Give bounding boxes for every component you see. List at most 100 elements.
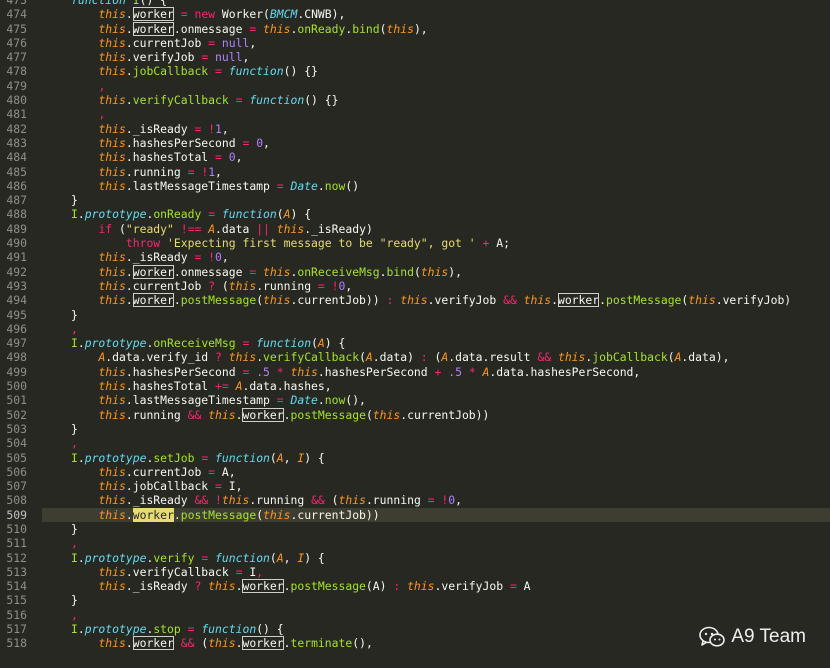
code-line[interactable]: 479 , bbox=[0, 79, 830, 93]
code-line[interactable]: 485 this.running = !1, bbox=[0, 165, 830, 179]
code-token: (A) bbox=[365, 579, 394, 594]
code-token: . bbox=[77, 336, 85, 351]
code-token: : bbox=[420, 350, 428, 365]
code-line[interactable]: 508 this._isReady && !this.running && (t… bbox=[0, 493, 830, 507]
code-token: this bbox=[263, 293, 291, 308]
code-token: * bbox=[468, 364, 476, 379]
code-line[interactable]: 488 I.prototype.onReady = function(A) { bbox=[0, 207, 830, 221]
code-line[interactable]: 496, bbox=[0, 322, 830, 336]
code-line[interactable]: 515} bbox=[0, 593, 830, 607]
code-token: I, bbox=[221, 479, 243, 494]
code-text: , bbox=[71, 436, 78, 450]
code-token: !== bbox=[180, 221, 202, 236]
code-token: I bbox=[132, 0, 140, 7]
code-line[interactable]: 516, bbox=[0, 608, 830, 622]
line-number: 492 bbox=[6, 264, 27, 279]
code-text: I.prototype.onReady = function(A) { bbox=[71, 207, 311, 221]
code-text: this.verifyJob = null, bbox=[71, 50, 249, 64]
code-line[interactable]: 503} bbox=[0, 422, 830, 436]
code-line[interactable]: 511, bbox=[0, 536, 830, 550]
code-token: A bbox=[365, 350, 373, 365]
code-line[interactable]: 494 this.worker.postMessage(this.current… bbox=[0, 293, 830, 308]
code-token: ( bbox=[379, 21, 387, 36]
code-line[interactable]: 486 this.lastMessageTimestamp = Date.now… bbox=[0, 179, 830, 193]
code-token: this bbox=[98, 564, 126, 579]
line-number: 507 bbox=[6, 479, 27, 494]
matched-token: worker bbox=[132, 21, 174, 36]
code-line[interactable]: 507 this.jobCallback = I, bbox=[0, 479, 830, 493]
code-token: .running bbox=[249, 493, 312, 508]
code-line[interactable]: 497 I.prototype.onReceiveMsg = function(A… bbox=[0, 336, 830, 350]
code-line[interactable]: 495} bbox=[0, 308, 830, 322]
code-line[interactable]: 512 I.prototype.verify = function(A, I) { bbox=[0, 551, 830, 565]
code-text: this._isReady && !this.running && (this.… bbox=[71, 493, 462, 507]
code-token: } bbox=[71, 593, 78, 608]
line-number: 501 bbox=[6, 393, 27, 408]
code-token: this bbox=[98, 64, 126, 79]
code-token: 1 bbox=[215, 121, 222, 136]
line-number: 476 bbox=[6, 35, 27, 50]
code-line[interactable]: 484 this.hashesTotal = 0, bbox=[0, 150, 830, 164]
code-token: ! bbox=[215, 493, 222, 508]
code-line[interactable]: 475 this.worker.onmessage = this.onReady… bbox=[0, 21, 830, 36]
code-text: this.hashesPerSecond = 0, bbox=[71, 136, 269, 150]
code-token: onReady bbox=[297, 21, 346, 36]
code-token: null bbox=[221, 35, 250, 50]
code-token: this bbox=[98, 636, 126, 651]
code-line[interactable]: 492 this.worker.onmessage = this.onRecei… bbox=[0, 264, 830, 279]
code-token: = bbox=[427, 493, 435, 508]
code-line[interactable]: 482 this._isReady = !1, bbox=[0, 122, 830, 136]
code-line[interactable]: 498 A.data.verify_id ? this.verifyCallba… bbox=[0, 350, 830, 364]
code-token: .currentJob bbox=[125, 278, 209, 293]
code-line[interactable]: 493 this.currentJob ? (this.running = !0… bbox=[0, 279, 830, 293]
code-token: , bbox=[235, 150, 243, 165]
code-line[interactable]: 504, bbox=[0, 436, 830, 450]
code-line[interactable]: 491 this._isReady = !0, bbox=[0, 250, 830, 264]
code-token: . bbox=[125, 293, 133, 308]
code-line[interactable]: 481 , bbox=[0, 107, 830, 121]
code-text: this.verifyCallback = I, bbox=[71, 565, 263, 579]
code-token: = bbox=[208, 35, 216, 50]
code-line[interactable]: 502 this.running && this.worker.postMess… bbox=[0, 407, 830, 422]
code-line[interactable]: 483 this.hashesPerSecond = 0, bbox=[0, 136, 830, 150]
code-line[interactable]: 514 this._isReady ? this.worker.postMess… bbox=[0, 579, 830, 594]
code-line[interactable]: 478 this.jobCallback = function() {} bbox=[0, 64, 830, 78]
code-line[interactable]: 476 this.currentJob = null, bbox=[0, 36, 830, 50]
code-line[interactable]: 477 this.verifyJob = null, bbox=[0, 50, 830, 64]
code-line[interactable]: 474 this.worker = new Worker(BMCM.CNWB), bbox=[0, 7, 830, 22]
code-line[interactable]: 509 this.worker.postMessage(this.current… bbox=[0, 507, 830, 522]
code-line[interactable]: 505 I.prototype.setJob = function(A, I) { bbox=[0, 451, 830, 465]
code-token: this bbox=[208, 636, 236, 651]
matched-token: worker bbox=[242, 579, 284, 594]
code-token: .lastMessageTimestamp bbox=[125, 178, 277, 193]
code-line[interactable]: 480 this.verifyCallback = function() {} bbox=[0, 93, 830, 107]
code-text: , bbox=[71, 107, 105, 121]
code-line[interactable]: 506 this.currentJob = A, bbox=[0, 465, 830, 479]
code-token: .CNWB), bbox=[297, 7, 346, 22]
code-editor[interactable]: 473 function I() {474 this.worker = new W… bbox=[0, 0, 830, 668]
code-token: .onmessage bbox=[173, 21, 250, 36]
code-token: this bbox=[523, 293, 552, 308]
code-line[interactable]: 501 this.lastMessageTimestamp = Date.now… bbox=[0, 393, 830, 407]
code-line[interactable]: 489 if ("ready" !== A.data || this._isRe… bbox=[0, 222, 830, 236]
code-line[interactable]: 490 throw 'Expecting first message to be… bbox=[0, 236, 830, 250]
code-text: } bbox=[71, 522, 78, 536]
code-token: . bbox=[77, 207, 85, 222]
code-line[interactable]: 513 this.verifyCallback = I, bbox=[0, 565, 830, 579]
code-token: this bbox=[98, 579, 126, 594]
code-line[interactable]: 499 this.hashesPerSecond = .5 * this.has… bbox=[0, 365, 830, 379]
code-line[interactable]: 500 this.hashesTotal += A.data.hashes, bbox=[0, 379, 830, 393]
code-line[interactable]: 487} bbox=[0, 193, 830, 207]
line-number: 486 bbox=[6, 178, 27, 193]
line-number: 483 bbox=[6, 135, 27, 150]
code-line[interactable]: 473 function I() { bbox=[0, 0, 830, 7]
code-line[interactable]: 510} bbox=[0, 522, 830, 536]
line-number: 514 bbox=[6, 579, 27, 594]
code-token: . bbox=[317, 393, 325, 408]
